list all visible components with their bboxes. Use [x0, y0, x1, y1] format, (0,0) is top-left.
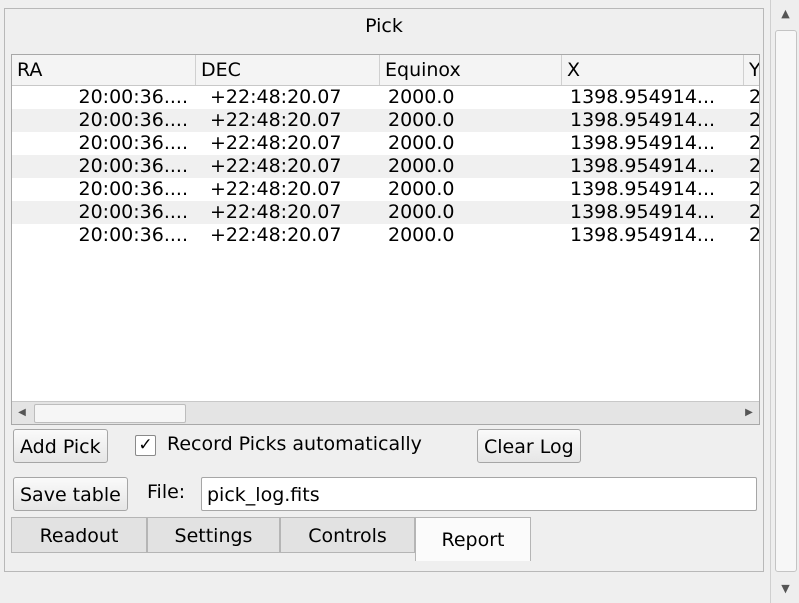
table-row[interactable]: 20:00:36.... +22:48:20.07 2000.0 1398.95491… [12, 109, 759, 132]
cell-y: 2 [749, 155, 760, 177]
scroll-down-icon[interactable]: ▼ [771, 579, 799, 599]
cell-y: 2 [749, 86, 760, 108]
cell-equinox: 2000.0 [388, 109, 455, 131]
table-row[interactable]: 20:00:36.... +22:48:20.07 2000.0 1398.95491… [12, 201, 759, 224]
table-header: RA DEC Equinox X Y [12, 55, 759, 86]
cell-dec: +22:48:20.07 [210, 109, 342, 131]
cell-equinox: 2000.0 [388, 201, 455, 223]
cell-dec: +22:48:20.07 [210, 86, 342, 108]
scroll-left-icon[interactable]: ◀ [12, 402, 32, 424]
horizontal-scrollbar[interactable]: ◀ ▶ [12, 401, 759, 424]
table-row[interactable]: 20:00:36.... +22:48:20.07 2000.0 1398.95491… [12, 155, 759, 178]
cell-y: 2 [749, 109, 760, 131]
tab-readout[interactable]: Readout [11, 517, 147, 553]
column-header-ra[interactable]: RA [12, 55, 196, 85]
cell-dec: +22:48:20.07 [210, 201, 342, 223]
cell-y: 2 [749, 132, 760, 154]
cell-equinox: 2000.0 [388, 224, 455, 246]
cell-ra: 20:00:36.... [78, 155, 189, 177]
column-header-x[interactable]: X [562, 55, 744, 85]
save-table-button[interactable]: Save table [13, 477, 128, 511]
scroll-thumb[interactable] [34, 404, 186, 423]
cell-y: 2 [749, 224, 760, 246]
cell-x: 1398.954914... [570, 178, 716, 200]
tab-report[interactable]: Report [415, 517, 531, 561]
cell-ra: 20:00:36.... [78, 224, 189, 246]
scroll-up-icon[interactable]: ▲ [771, 4, 799, 24]
file-name-input[interactable]: pick_log.fits [201, 477, 757, 511]
cell-y: 2 [749, 201, 760, 223]
tab-settings[interactable]: Settings [147, 517, 280, 553]
clear-log-button[interactable]: Clear Log [477, 429, 581, 463]
cell-ra: 20:00:36.... [78, 178, 189, 200]
table-body: 20:00:36.... +22:48:20.07 2000.0 1398.95491… [12, 86, 759, 247]
cell-equinox: 2000.0 [388, 155, 455, 177]
cell-ra: 20:00:36.... [78, 132, 189, 154]
cell-x: 1398.954914... [570, 109, 716, 131]
table-row[interactable]: 20:00:36.... +22:48:20.07 2000.0 1398.95491… [12, 86, 760, 109]
pick-table[interactable]: RA DEC Equinox X Y 20:00:36.... +22:48:20… [11, 54, 760, 425]
panel-title: Pick [365, 15, 403, 37]
add-pick-button[interactable]: Add Pick [13, 429, 108, 463]
tab-controls[interactable]: Controls [280, 517, 415, 553]
cell-equinox: 2000.0 [388, 132, 455, 154]
cell-dec: +22:48:20.07 [210, 155, 342, 177]
vertical-scroll-thumb[interactable] [775, 30, 797, 572]
cell-x: 1398.954914... [570, 132, 716, 154]
cell-equinox: 2000.0 [388, 86, 455, 108]
cell-x: 1398.954914... [570, 86, 716, 108]
table-row[interactable]: 20:00:36.... +22:48:20.07 2000.0 1398.95491… [12, 132, 760, 155]
table-row[interactable]: 20:00:36.... +22:48:20.07 2000.0 1398.95491… [12, 224, 760, 247]
record-picks-label: Record Picks automatically [167, 433, 422, 455]
cell-dec: +22:48:20.07 [210, 224, 342, 246]
cell-y: 2 [749, 178, 760, 200]
record-picks-checkbox[interactable]: ✓ [135, 435, 156, 456]
cell-equinox: 2000.0 [388, 178, 455, 200]
cell-dec: +22:48:20.07 [210, 132, 342, 154]
column-header-equinox[interactable]: Equinox [380, 55, 562, 85]
cell-ra: 20:00:36.... [78, 86, 189, 108]
vertical-scrollbar[interactable]: ▲ ▼ [770, 0, 799, 603]
column-header-y[interactable]: Y [744, 55, 759, 85]
cell-ra: 20:00:36.... [78, 201, 189, 223]
pick-panel: Pick RA DEC Equinox X Y 20:00:36.... +22:… [4, 8, 764, 572]
cell-ra: 20:00:36.... [78, 109, 189, 131]
cell-x: 1398.954914... [570, 224, 716, 246]
column-header-dec[interactable]: DEC [196, 55, 380, 85]
file-label: File: [147, 481, 186, 503]
cell-x: 1398.954914... [570, 155, 716, 177]
cell-x: 1398.954914... [570, 201, 716, 223]
cell-dec: +22:48:20.07 [210, 178, 342, 200]
table-row[interactable]: 20:00:36.... +22:48:20.07 2000.0 1398.95491… [12, 178, 760, 201]
scroll-right-icon[interactable]: ▶ [739, 402, 759, 424]
